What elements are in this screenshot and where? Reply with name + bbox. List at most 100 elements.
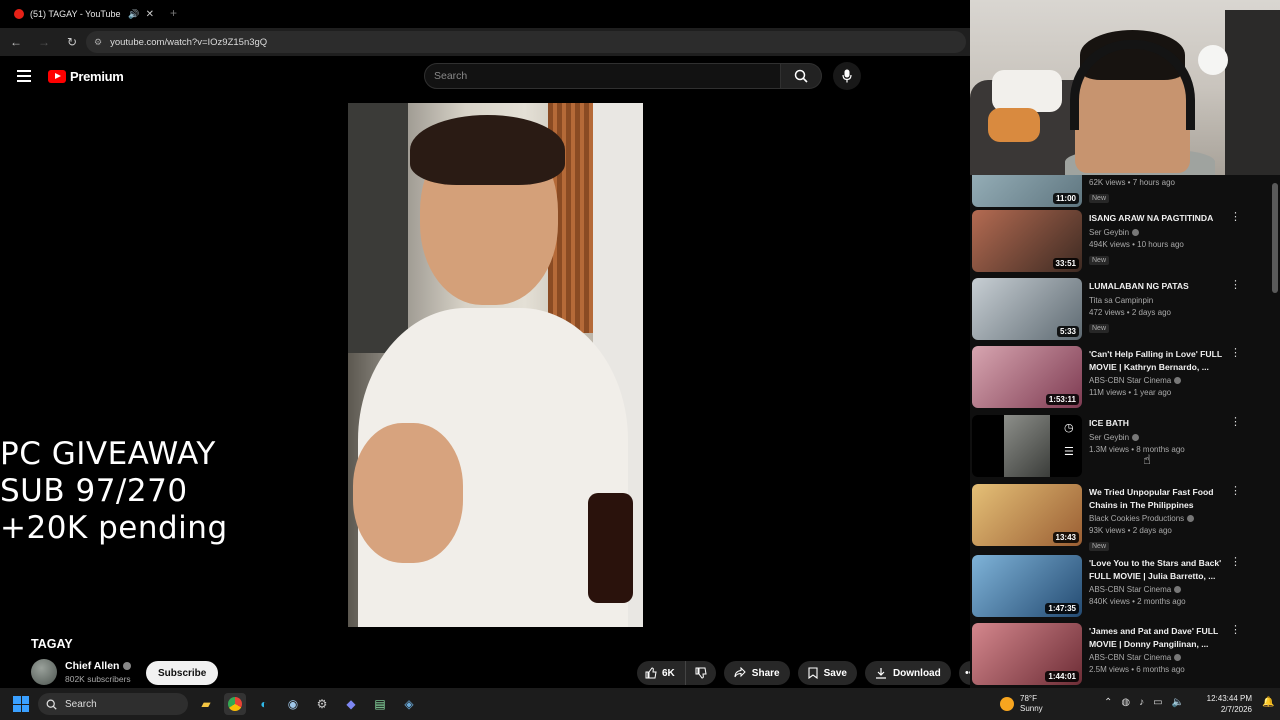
video-thumbnail[interactable]: 1:47:35 (972, 555, 1082, 617)
channel-name[interactable]: Black Cookies Productions (1089, 514, 1184, 523)
video-title[interactable]: 'James and Pat and Dave' FULL MOVIE | Do… (1089, 625, 1239, 650)
list-item[interactable]: ◷ ☰ ICE BATH Ser Geybin 1.3M views • 8 m… (972, 415, 1268, 477)
download-icon (875, 668, 886, 679)
microphone-icon (842, 69, 852, 83)
more-options-icon[interactable]: ⋮ (1230, 346, 1241, 359)
duration-badge: 13:43 (1052, 532, 1079, 543)
channel-name[interactable]: ABS-CBN Star Cinema (1089, 653, 1171, 662)
channel-name[interactable]: Tita sa Campinpin (1089, 296, 1153, 305)
channel-name[interactable]: ABS-CBN Star Cinema (1089, 376, 1171, 385)
stream-overlay-text: PC GIVEAWAY SUB 97/270 +20K pending (0, 436, 228, 547)
list-item[interactable]: 33:51 ISANG ARAW NA PAGTITINDA Ser Geybi… (972, 210, 1268, 272)
settings-app-icon[interactable]: ⚙ (311, 693, 333, 715)
taskbar-clock[interactable]: 12:43:44 PM 2/7/2026 (1200, 693, 1252, 715)
more-options-icon[interactable]: ⋮ (1230, 210, 1241, 223)
overlay-line: +20K pending (0, 510, 228, 546)
reload-icon[interactable]: ↻ (60, 30, 84, 54)
video-actions: 6K Share Save Download ••• (637, 661, 983, 685)
steam-app-icon[interactable]: ◈ (398, 693, 420, 715)
add-to-queue-icon[interactable]: ☰ (1064, 445, 1074, 458)
chrome-icon[interactable] (224, 693, 246, 715)
new-tab-icon[interactable]: + (170, 6, 177, 20)
tab-title: (51) TAGAY - YouTube (30, 9, 121, 19)
video-title[interactable]: 'Love You to the Stars and Back' FULL MO… (1089, 557, 1239, 582)
hamburger-menu-icon[interactable] (17, 70, 31, 82)
display-tray-icon[interactable]: ▭ (1153, 697, 1162, 708)
weather-widget[interactable]: 78°F Sunny (1000, 694, 1043, 714)
video-thumbnail[interactable]: ◷ ☰ (972, 415, 1082, 477)
share-button[interactable]: Share (723, 661, 790, 685)
video-frame[interactable] (348, 103, 643, 627)
omnibox[interactable]: ⚙ youtube.com/watch?v=IOz9Z15n3gQ (86, 31, 966, 53)
video-title[interactable]: LUMALABAN NG PATAS (1089, 280, 1239, 293)
more-options-icon[interactable]: ⋮ (1230, 623, 1241, 636)
more-options-icon[interactable]: ⋮ (1230, 278, 1241, 291)
save-button[interactable]: Save (797, 661, 857, 685)
notification-bell-icon[interactable]: 🔔 (1262, 697, 1274, 708)
channel-name[interactable]: ABS-CBN Star Cinema (1089, 585, 1171, 594)
duration-badge: 1:47:35 (1045, 603, 1079, 614)
close-tab-icon[interactable]: ✕ (146, 9, 154, 20)
channel-name[interactable]: Chief Allen (65, 660, 119, 672)
subscribe-button[interactable]: Subscribe (146, 661, 219, 685)
recommendations-sidebar: 11:00 62K views • 7 hours ago New 33:51 … (970, 175, 1270, 688)
list-item[interactable]: 1:53:11 'Can't Help Falling in Love' FUL… (972, 346, 1268, 408)
scrollbar-thumb[interactable] (1272, 183, 1278, 293)
edge-icon[interactable]: ◐ (253, 693, 275, 715)
windows-start-icon[interactable] (13, 696, 29, 712)
new-badge: New (1089, 323, 1110, 333)
volume-icon[interactable]: 🔈 (1172, 697, 1184, 708)
list-item[interactable]: 11:00 62K views • 7 hours ago New (972, 175, 1268, 207)
video-thumbnail[interactable]: 13:43 (972, 484, 1082, 546)
list-item[interactable]: 13:43 We Tried Unpopular Fast Food Chain… (972, 484, 1268, 551)
file-explorer-icon[interactable]: ▰ (195, 693, 217, 715)
steam-icon[interactable]: ◉ (282, 693, 304, 715)
more-options-icon[interactable]: ⋮ (1230, 415, 1241, 428)
video-title[interactable]: 'Can't Help Falling in Love' FULL MOVIE … (1089, 348, 1239, 373)
video-player[interactable] (0, 98, 970, 632)
dislike-button[interactable] (686, 661, 716, 685)
video-thumbnail[interactable]: 33:51 (972, 210, 1082, 272)
notepad-icon[interactable]: ▤ (369, 693, 391, 715)
forward-arrow-icon[interactable]: → (32, 30, 56, 54)
video-title[interactable]: ICE BATH (1089, 417, 1239, 430)
network-tray-icon[interactable]: ◍ (1121, 697, 1130, 708)
video-thumbnail[interactable]: 1:53:11 (972, 346, 1082, 408)
channel-name-row[interactable]: Chief Allen (65, 660, 132, 672)
video-thumbnail[interactable]: 11:00 (972, 175, 1082, 207)
like-button[interactable]: 6K (637, 661, 686, 685)
video-title[interactable]: ISANG ARAW NA PAGTITINDA (1089, 212, 1239, 225)
duration-badge: 5:33 (1056, 326, 1079, 337)
overlay-line: SUB 97/270 (0, 473, 188, 509)
watch-later-icon[interactable]: ◷ (1064, 421, 1074, 434)
video-thumbnail[interactable]: 1:44:01 (972, 623, 1082, 685)
search-icon (46, 699, 57, 710)
search-button[interactable] (781, 63, 822, 89)
duration-badge: 33:51 (1052, 258, 1079, 269)
channel-name[interactable]: Ser Geybin (1089, 433, 1129, 442)
discord-icon[interactable]: ◆ (340, 693, 362, 715)
list-item[interactable]: 5:33 LUMALABAN NG PATAS Tita sa Campinpi… (972, 278, 1268, 340)
back-arrow-icon[interactable]: ← (4, 30, 28, 54)
channel-name[interactable]: Ser Geybin (1089, 228, 1129, 237)
youtube-premium-logo[interactable]: Premium (48, 69, 124, 84)
video-title[interactable]: We Tried Unpopular Fast Food Chains in T… (1089, 486, 1239, 511)
download-button[interactable]: Download (864, 661, 951, 685)
video-thumbnail[interactable]: 5:33 (972, 278, 1082, 340)
sidebar-scrollbar[interactable] (1270, 175, 1280, 688)
more-options-icon[interactable]: ⋮ (1230, 555, 1241, 568)
taskbar-search[interactable]: Search (38, 693, 188, 715)
verified-icon (1174, 377, 1182, 384)
site-info-icon[interactable]: ⚙ (94, 37, 102, 48)
list-item[interactable]: 1:44:01 'James and Pat and Dave' FULL MO… (972, 623, 1268, 685)
like-count: 6K (662, 667, 675, 679)
channel-avatar[interactable] (31, 659, 57, 685)
browser-tab[interactable]: (51) TAGAY - YouTube 🔊 ✕ (8, 2, 160, 26)
search-input[interactable] (434, 70, 780, 82)
chevron-up-icon[interactable]: ⌃ (1104, 697, 1112, 708)
list-item[interactable]: 1:47:35 'Love You to the Stars and Back'… (972, 555, 1268, 617)
more-options-icon[interactable]: ⋮ (1230, 484, 1241, 497)
speaker-icon[interactable]: 🔊 (128, 9, 139, 20)
voice-search-button[interactable] (833, 62, 861, 90)
mic-tray-icon[interactable]: ♪ (1139, 697, 1144, 708)
